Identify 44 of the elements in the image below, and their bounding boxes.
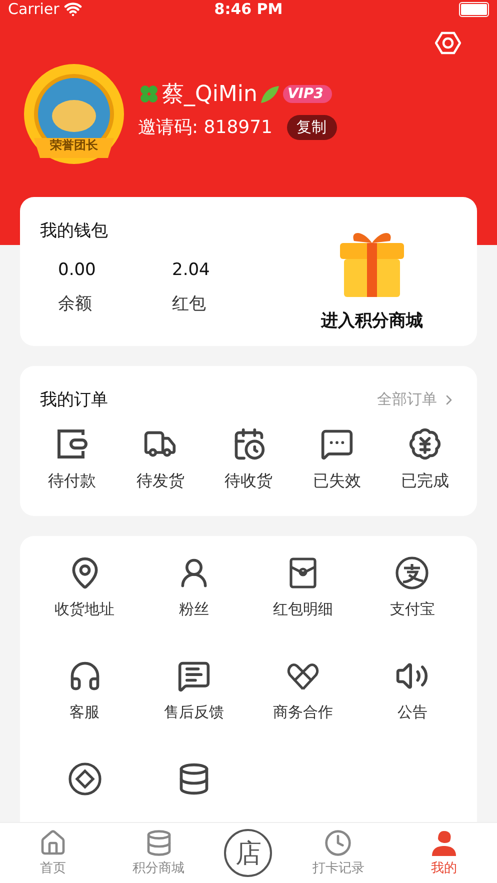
clover-icon	[138, 82, 160, 104]
user-icon	[430, 829, 458, 857]
invite-code: 邀请码: 818971	[138, 116, 272, 139]
card-title: 我的订单	[40, 389, 108, 411]
badge-ribbon-text: 荣誉团长	[49, 137, 99, 154]
settings-icon[interactable]	[435, 30, 461, 56]
alipay-icon	[395, 556, 430, 590]
status-time: 8:46 PM	[214, 0, 283, 18]
card-title: 我的钱包	[40, 220, 109, 242]
stat-label: 余额	[58, 293, 92, 315]
service-item[interactable]: 收货地址	[30, 556, 140, 619]
message-icon	[176, 659, 211, 693]
copy-button[interactable]: 复制	[286, 114, 336, 140]
order-status-item[interactable]: 待付款	[40, 427, 104, 492]
service-item[interactable]: 粉丝	[139, 556, 248, 619]
stat-value: 0.00	[58, 260, 96, 280]
store-tab[interactable]: 店	[224, 829, 272, 877]
service-item[interactable]: 支付宝	[358, 556, 467, 619]
carrier-text: Carrier	[8, 0, 60, 18]
tab-item[interactable]: 积分商城	[118, 829, 199, 877]
tab-item[interactable]: 我的	[404, 829, 484, 877]
order-status-item[interactable]: 待发货	[128, 427, 192, 492]
coin-icon	[68, 762, 102, 796]
service-item[interactable]: 商务合作	[248, 659, 358, 722]
vip-badge: VIP3	[283, 84, 332, 102]
tab-item[interactable]: 首页	[12, 829, 93, 877]
chat-icon	[320, 427, 354, 461]
service-item[interactable]: 公告	[358, 659, 467, 722]
order-status-item[interactable]: 已失效	[304, 427, 369, 492]
service-item[interactable]: 售后反馈	[139, 659, 248, 722]
stat-value: 2.04	[172, 260, 210, 280]
service-item[interactable]: 客服	[30, 659, 140, 722]
clock-icon	[324, 829, 352, 857]
wallet-icon	[55, 427, 89, 461]
tab-item[interactable]: 打卡记录	[298, 829, 378, 877]
yen-icon	[408, 427, 442, 461]
stat-label: 红包	[172, 293, 206, 315]
order-status-item[interactable]: 已完成	[393, 427, 457, 492]
database-icon	[144, 829, 173, 857]
user-name: 蔡_QiMin	[162, 80, 258, 108]
order-status-item[interactable]: 待收货	[216, 427, 280, 492]
home-icon	[38, 829, 67, 857]
points-mall-link[interactable]: 进入积分商城	[321, 309, 423, 332]
service-item[interactable]: 红包明细	[248, 556, 358, 619]
